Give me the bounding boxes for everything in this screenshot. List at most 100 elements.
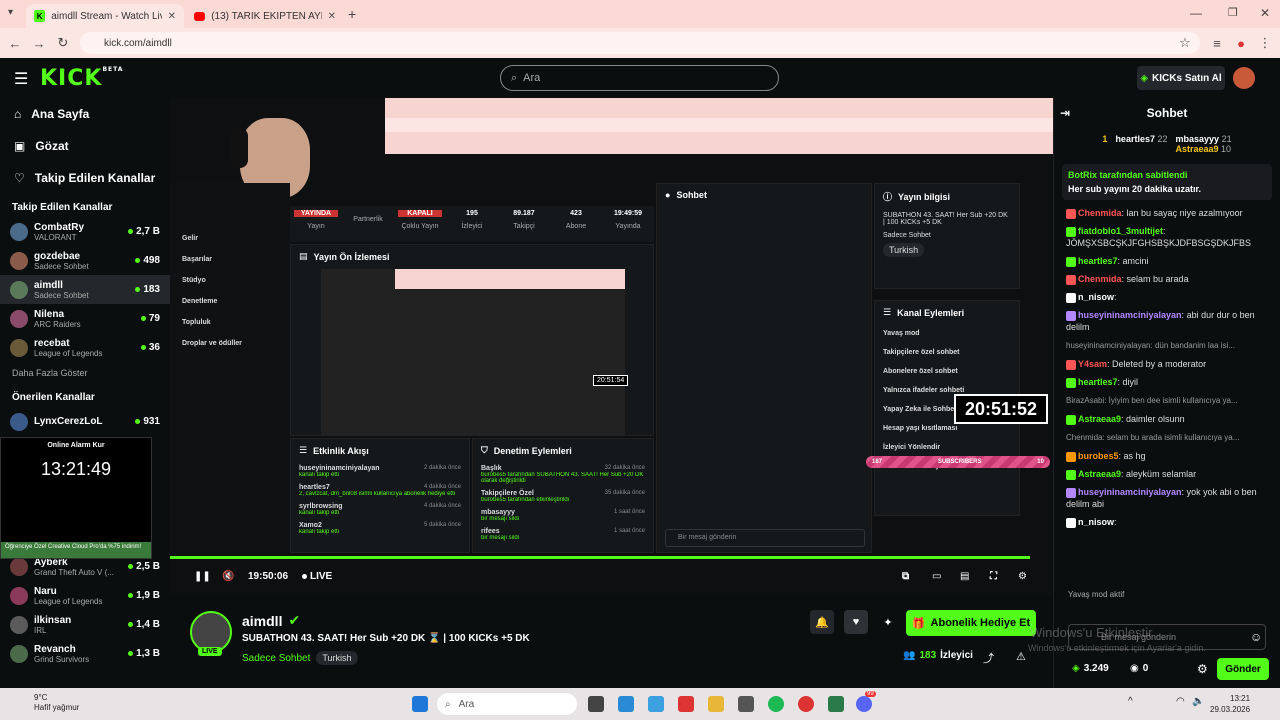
minimize-icon[interactable]: — <box>1190 6 1202 20</box>
follow-heart-icon[interactable]: ♥ <box>844 610 868 634</box>
chat-username[interactable]: n_nisow <box>1078 517 1114 527</box>
share-icon[interactable]: ⤴ <box>983 650 994 666</box>
taskbar-clock[interactable]: 13:21 29.03.2026 <box>1210 693 1250 715</box>
emoji-icon[interactable]: ☺ <box>1250 630 1262 644</box>
tab-youtube[interactable]: (13) TARIK EKİPTEN AYRILDI - Y ✕ <box>186 4 344 28</box>
settings-gear-icon[interactable]: ⚙ <box>1018 571 1027 582</box>
windows-start-icon[interactable] <box>412 696 428 712</box>
pip-icon[interactable]: ⧉ <box>902 571 909 582</box>
chat-username[interactable]: huseyininamciniyalayan <box>1078 487 1182 497</box>
photos-icon[interactable] <box>648 696 664 712</box>
chat-username[interactable]: Chenmida <box>1078 274 1122 284</box>
mute-icon[interactable]: 🔇 <box>222 571 234 582</box>
sidebar-channel-revanch[interactable]: Revanch Grind Survivors 1,3 B <box>0 639 170 668</box>
fullscreen-icon[interactable]: ⛶ <box>990 571 997 582</box>
channel-info: recebat League of Legends <box>34 338 135 358</box>
top-user[interactable]: heartles7 <box>1115 134 1155 144</box>
app-icon[interactable] <box>738 696 754 712</box>
chat-username[interactable]: Astraeaa9 <box>1078 469 1121 479</box>
menu-dots-icon[interactable]: ⋮ <box>1256 34 1274 52</box>
bookmark-star-icon[interactable]: ☆ <box>1176 34 1194 52</box>
progress-bar[interactable] <box>170 556 1030 559</box>
chat-username[interactable]: Y4sam <box>1078 359 1107 369</box>
pinned-message[interactable]: BotRix tarafından sabitlendi Her sub yay… <box>1062 164 1272 200</box>
top-user[interactable]: Astraeaa9 <box>1176 144 1219 154</box>
sidebar-channel-gozdebae[interactable]: gozdebae Sadece Sohbet 498 <box>0 246 170 275</box>
new-tab-icon[interactable]: + <box>348 6 356 22</box>
close-window-icon[interactable]: ✕ <box>1260 6 1270 20</box>
top-user[interactable]: mbasayyy <box>1176 134 1220 144</box>
chat-username[interactable]: heartles7 <box>1078 256 1118 266</box>
pause-icon[interactable]: ❚❚ <box>194 571 211 582</box>
nav-browse[interactable]: ▣ Gözat <box>0 130 170 162</box>
player-time: 19:50:06 <box>248 571 289 582</box>
spotify-icon[interactable] <box>768 696 784 712</box>
buy-kicks-button[interactable]: ◈ KICKs Satın Al <box>1137 66 1225 90</box>
chat-username[interactable]: fiatdoblo1_3multijet <box>1078 226 1163 236</box>
forward-icon[interactable]: → <box>30 34 48 52</box>
chat-username[interactable]: huseyininamciniyalayan <box>1078 310 1182 320</box>
maximize-icon[interactable]: ❐ <box>1228 6 1238 19</box>
url-field[interactable]: kick.com/aimdll <box>80 32 1200 54</box>
chat-username[interactable]: burobes5 <box>1078 451 1119 461</box>
chat-username[interactable]: Chenmida <box>1078 208 1122 218</box>
screen-icon: ▤ <box>299 251 308 261</box>
notification-bell-icon[interactable]: 🔔 <box>810 610 834 634</box>
back-icon[interactable]: ← <box>6 34 24 52</box>
stream-language-tag[interactable]: Turkish <box>316 651 358 665</box>
live-indicator: LIVE <box>302 571 332 582</box>
search-input[interactable]: ⌕ Ara <box>500 65 779 91</box>
user-avatar[interactable] <box>1233 67 1255 89</box>
collapse-chat-icon[interactable]: ⇥ <box>1060 106 1070 120</box>
stream-category[interactable]: Sadece Sohbet <box>242 653 310 664</box>
kicks-sparkle-icon[interactable]: ✦ <box>876 610 900 634</box>
reading-list-icon[interactable]: ≡ <box>1208 34 1226 52</box>
weather-widget[interactable]: 9°C Hafif yağmur <box>34 693 79 713</box>
chat-username[interactable]: n_nisow <box>1078 292 1114 302</box>
channel-viewers: 2,5 B <box>128 561 160 572</box>
sidebar-channel-lynxcerezlol[interactable]: LynxCerezLoL 931 <box>0 407 170 436</box>
taskbar-search[interactable]: ⌕ Ara <box>437 693 577 715</box>
theater-icon[interactable]: ▭ <box>932 571 941 582</box>
chat-settings-icon[interactable]: ⚙ <box>1197 662 1208 676</box>
chat-text: Chenmida: selam bu arada isimli kullanıc… <box>1066 433 1240 442</box>
chat-username[interactable]: Astraeaa9 <box>1078 414 1121 424</box>
show-more-link[interactable]: Daha Fazla Göster <box>0 362 170 384</box>
sidebar-channel-ilkinsan[interactable]: ilkinsan IRL 1,4 B <box>0 610 170 639</box>
sidebar-channel-naru[interactable]: Naru League of Legends 1,9 B <box>0 581 170 610</box>
report-icon[interactable]: ⚠ <box>1016 650 1026 663</box>
streamer-name[interactable]: aimdll <box>242 613 282 629</box>
reload-icon[interactable]: ↻ <box>54 34 72 52</box>
chrome-active-icon[interactable] <box>798 696 814 712</box>
sidebar-channel-aimdll[interactable]: aimdll Sadece Sohbet 183 <box>0 275 170 304</box>
discord-icon[interactable] <box>856 696 872 712</box>
nav-home[interactable]: ⌂ Ana Sayfa <box>0 98 170 130</box>
edge-icon[interactable] <box>618 696 634 712</box>
channel-category: Sadece Sohbet <box>34 290 89 300</box>
gift-sub-button[interactable]: 🎁 Abonelik Hediye Et <box>906 610 1036 636</box>
wifi-icon[interactable]: ◠ <box>1176 696 1185 707</box>
video-player[interactable]: Gelir Başarılar Stüdyo Denetleme Topluluk Dro… <box>170 98 1053 595</box>
weather-desc: Hafif yağmur <box>34 703 80 712</box>
close-tab-icon[interactable]: ✕ <box>168 11 176 22</box>
kick-logo[interactable]: KICKBETA <box>40 66 123 91</box>
chrome-icon[interactable] <box>678 696 694 712</box>
send-button[interactable]: Gönder <box>1217 658 1269 680</box>
extension-icon[interactable]: ● <box>1232 34 1250 52</box>
hamburger-menu-icon[interactable]: ☰ <box>14 69 28 89</box>
tab-list-icon[interactable]: ▾ <box>8 7 13 18</box>
sidebar-channel-combatry[interactable]: CombatRy VALORANT 2,7 B <box>0 217 170 246</box>
chat-username[interactable]: heartles7 <box>1078 377 1118 387</box>
app2-icon[interactable] <box>828 696 844 712</box>
clip-icon[interactable]: ▤ <box>960 571 969 582</box>
volume-icon[interactable]: 🔈 <box>1192 696 1204 707</box>
tray-expand-icon[interactable]: ^ <box>1128 696 1133 707</box>
close-tab-icon[interactable]: ✕ <box>328 11 336 22</box>
sidebar-channel-nilena[interactable]: Nilena ARC Raiders 79 <box>0 304 170 333</box>
task-view-icon[interactable] <box>588 696 604 712</box>
sidebar-channel-recebat[interactable]: recebat League of Legends 36 <box>0 333 170 362</box>
tab-kick[interactable]: K aimdll Stream - Watch Live on K ✕ <box>26 4 184 28</box>
nav-following[interactable]: ♡ Takip Edilen Kanallar <box>0 162 170 194</box>
file-explorer-icon[interactable] <box>708 696 724 712</box>
feed-row: 32 dakika önce Başlık burobes5 tarafından … <box>473 462 653 487</box>
